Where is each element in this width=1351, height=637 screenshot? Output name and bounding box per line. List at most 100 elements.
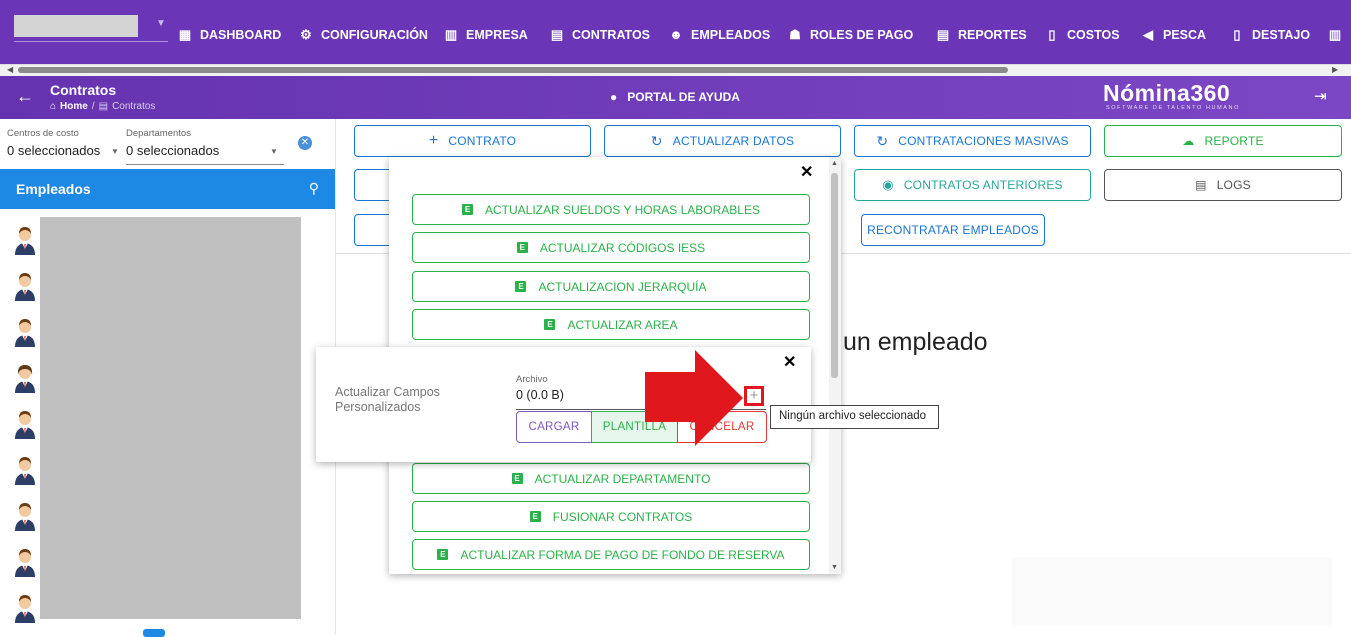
avatar xyxy=(12,453,38,485)
excel-icon: E xyxy=(462,204,473,215)
cost-centers-label: Centros de costo xyxy=(7,128,79,139)
plus-icon: + xyxy=(428,132,439,149)
scroll-right-icon[interactable]: ▶ xyxy=(1332,65,1338,74)
excel-icon: E xyxy=(437,549,449,560)
breadcrumb-separator: / xyxy=(91,101,95,112)
home-icon[interactable]: ⌂ xyxy=(50,101,56,112)
scrollbar-thumb[interactable] xyxy=(831,173,838,378)
breadcrumb-current: Contratos xyxy=(112,101,156,112)
file-tooltip: Ningún archivo seleccionado xyxy=(770,405,939,429)
logout-icon[interactable]: ⇥ xyxy=(1314,87,1327,105)
departments-underline xyxy=(126,164,284,165)
brand-tagline: SOFTWARE DE TALENTO HUMANO xyxy=(1106,105,1240,111)
nav-pesca[interactable]: ◀ PESCA xyxy=(1140,27,1206,43)
excel-icon: E xyxy=(511,473,523,484)
hidden-action-button[interactable] xyxy=(354,169,394,201)
avatar xyxy=(12,223,38,255)
excel-icon: E xyxy=(544,319,556,330)
clear-filters-icon[interactable]: ✕ xyxy=(298,136,312,150)
nav-roles-de-pago[interactable]: ☗ ROLES DE PAGO xyxy=(787,27,913,43)
rehire-employees-button[interactable]: RECONTRATAR EMPLEADOS xyxy=(861,214,1045,246)
help-pin-icon: ● xyxy=(610,90,618,104)
scrollbar-thumb[interactable] xyxy=(18,67,1008,73)
filters-panel: Centros de costo 0 seleccionados ▼ Depar… xyxy=(0,119,335,169)
scroll-up-icon[interactable]: ▲ xyxy=(831,160,838,167)
report-button[interactable]: ☁ REPORTE xyxy=(1104,125,1342,157)
menu-merge-contracts[interactable]: E FUSIONAR CONTRATOS xyxy=(412,501,810,532)
brand-logo: Nómina360 xyxy=(1103,80,1231,106)
scroll-down-icon[interactable]: ▼ xyxy=(831,564,838,571)
chevron-down-icon[interactable]: ▼ xyxy=(270,147,278,156)
menu-update-salaries[interactable]: E ACTUALIZAR SUELDOS Y HORAS LABORABLES xyxy=(412,194,810,225)
building-icon: ▥ xyxy=(444,27,458,42)
scroll-left-icon[interactable]: ◀ xyxy=(7,65,13,74)
empty-state-message: un empleado xyxy=(843,328,988,356)
hidden-action-button[interactable] xyxy=(354,214,394,246)
menu-update-area[interactable]: E ACTUALIZAR AREA xyxy=(412,309,810,340)
close-icon[interactable]: ✕ xyxy=(783,352,796,372)
nav-empresa[interactable]: ▥ EMPRESA xyxy=(443,27,528,43)
chevron-down-icon[interactable]: ▼ xyxy=(156,18,166,29)
menu-update-department[interactable]: E ACTUALIZAR DEPARTAMENTO xyxy=(412,463,810,494)
mass-hiring-button[interactable]: ↻ CONTRATACIONES MASIVAS xyxy=(854,125,1091,157)
close-icon[interactable]: ✕ xyxy=(800,162,813,182)
fish-icon: ◀ xyxy=(1143,27,1153,42)
menu-update-iess-codes[interactable]: E ACTUALIZAR CÓDIGOS IESS xyxy=(412,232,810,263)
logs-button[interactable]: ▤ LOGS xyxy=(1104,169,1342,201)
employees-title: Empleados xyxy=(16,181,91,197)
nav-empleados[interactable]: ☻ EMPLEADOS xyxy=(668,27,770,42)
nav-destajo[interactable]: ▯ DESTAJO xyxy=(1229,27,1310,43)
nav-dashboard[interactable]: ▦ DASHBOARD xyxy=(177,27,281,43)
dialog-title: Actualizar Campos Personalizados xyxy=(335,385,440,414)
cost-centers-select[interactable]: 0 seleccionados xyxy=(7,143,100,158)
excel-icon: E xyxy=(515,281,527,292)
eye-icon: ◉ xyxy=(882,177,894,192)
avatar xyxy=(12,269,38,301)
departments-label: Departamentos xyxy=(126,128,191,139)
help-portal-link[interactable]: ● PORTAL DE AYUDA xyxy=(610,90,740,104)
chevron-down-icon[interactable]: ▼ xyxy=(111,147,119,156)
menu-update-reserve-fund-payment[interactable]: E ACTUALIZAR FORMA DE PAGO DE FONDO DE RE… xyxy=(412,539,810,570)
excel-icon: E xyxy=(516,242,528,253)
employee-names-redacted xyxy=(40,217,301,619)
avatar xyxy=(12,361,38,393)
breadcrumb-home[interactable]: Home xyxy=(60,101,88,112)
clipboard-icon: ▤ xyxy=(550,27,564,42)
list-icon: ▤ xyxy=(1195,178,1207,192)
page-header-bar: ← Contratos ⌂ Home / ▤ Contratos ● PORTA… xyxy=(0,76,1351,119)
face-icon: ☻ xyxy=(669,27,683,42)
nav-reportes[interactable]: ▤ REPORTES xyxy=(935,27,1027,43)
top-navbar: ▼ ▦ DASHBOARD ⚙ CONFIGURACIÓN ▥ EMPRESA ▤ CO… xyxy=(0,0,1351,64)
update-data-button[interactable]: ↻ ACTUALIZAR DATOS xyxy=(604,125,841,157)
company-selector[interactable] xyxy=(14,15,138,37)
nav-configuracion[interactable]: ⚙ CONFIGURACIÓN xyxy=(298,27,428,43)
search-icon[interactable]: ⚲ xyxy=(309,180,319,197)
users-icon: ☗ xyxy=(789,27,801,42)
avatar xyxy=(12,407,38,439)
nav-horizontal-scrollbar[interactable]: ◀ ▶ xyxy=(0,64,1351,76)
red-arrow-annotation xyxy=(645,350,743,446)
back-arrow-icon[interactable]: ← xyxy=(16,86,34,107)
company-selector-underline xyxy=(14,41,168,42)
nav-more[interactable]: ▥ xyxy=(1327,27,1343,43)
nav-contratos[interactable]: ▤ CONTRATOS xyxy=(549,27,650,43)
dashboard-icon: ▦ xyxy=(178,27,192,42)
document-icon: ▯ xyxy=(1233,27,1241,42)
menu-update-hierarchy[interactable]: E ACTUALIZACION JERARQUÍA xyxy=(412,271,810,302)
refresh-icon: ↻ xyxy=(650,132,663,149)
file-input[interactable]: 0 (0.0 B) xyxy=(516,388,564,402)
previous-contracts-button[interactable]: ◉ CONTRATOS ANTERIORES xyxy=(854,169,1091,201)
gear-icon: ⚙ xyxy=(300,27,312,42)
menu-scrollbar[interactable]: ▲ ▼ xyxy=(829,157,841,574)
departments-select[interactable]: 0 seleccionados xyxy=(126,143,219,158)
clipboard-icon: ▤ xyxy=(98,101,109,112)
refresh-icon: ↻ xyxy=(876,132,889,149)
background-panel xyxy=(1012,557,1332,625)
clipboard-icon: ▤ xyxy=(936,27,950,42)
pagination-current[interactable] xyxy=(143,629,165,637)
cloud-download-icon: ☁ xyxy=(1182,134,1195,148)
invoice-icon: ▯ xyxy=(1048,27,1056,42)
nav-costos[interactable]: ▯ COSTOS xyxy=(1044,27,1119,43)
new-contract-button[interactable]: + CONTRATO xyxy=(354,125,591,157)
load-button[interactable]: CARGAR xyxy=(516,411,592,443)
